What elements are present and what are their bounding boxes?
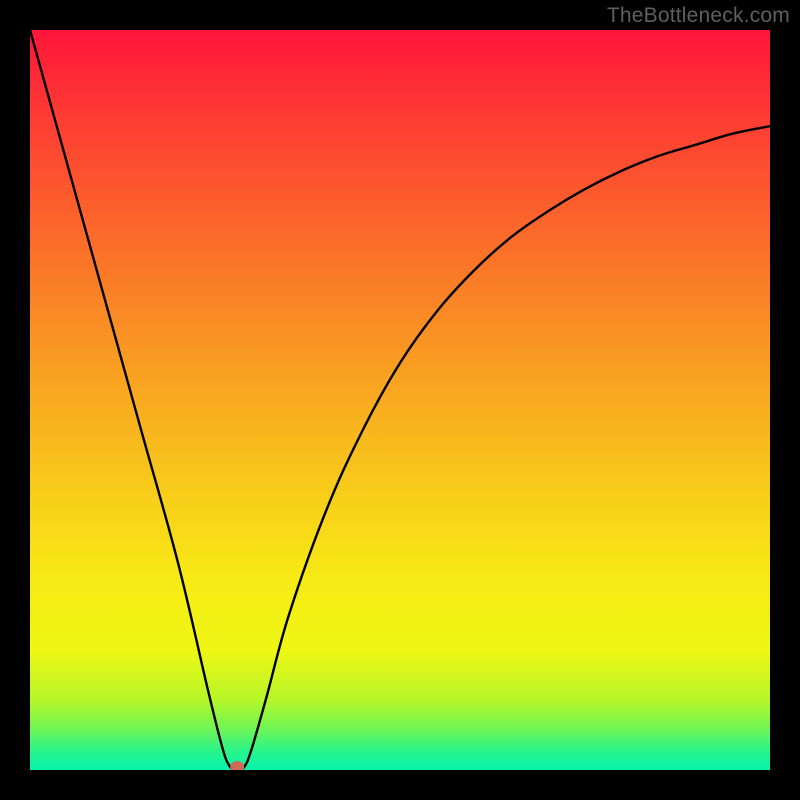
chart-frame: TheBottleneck.com [0, 0, 800, 800]
gradient-background [30, 30, 770, 770]
chart-svg [30, 30, 770, 770]
plot-area [30, 30, 770, 770]
attribution-text: TheBottleneck.com [607, 4, 790, 28]
